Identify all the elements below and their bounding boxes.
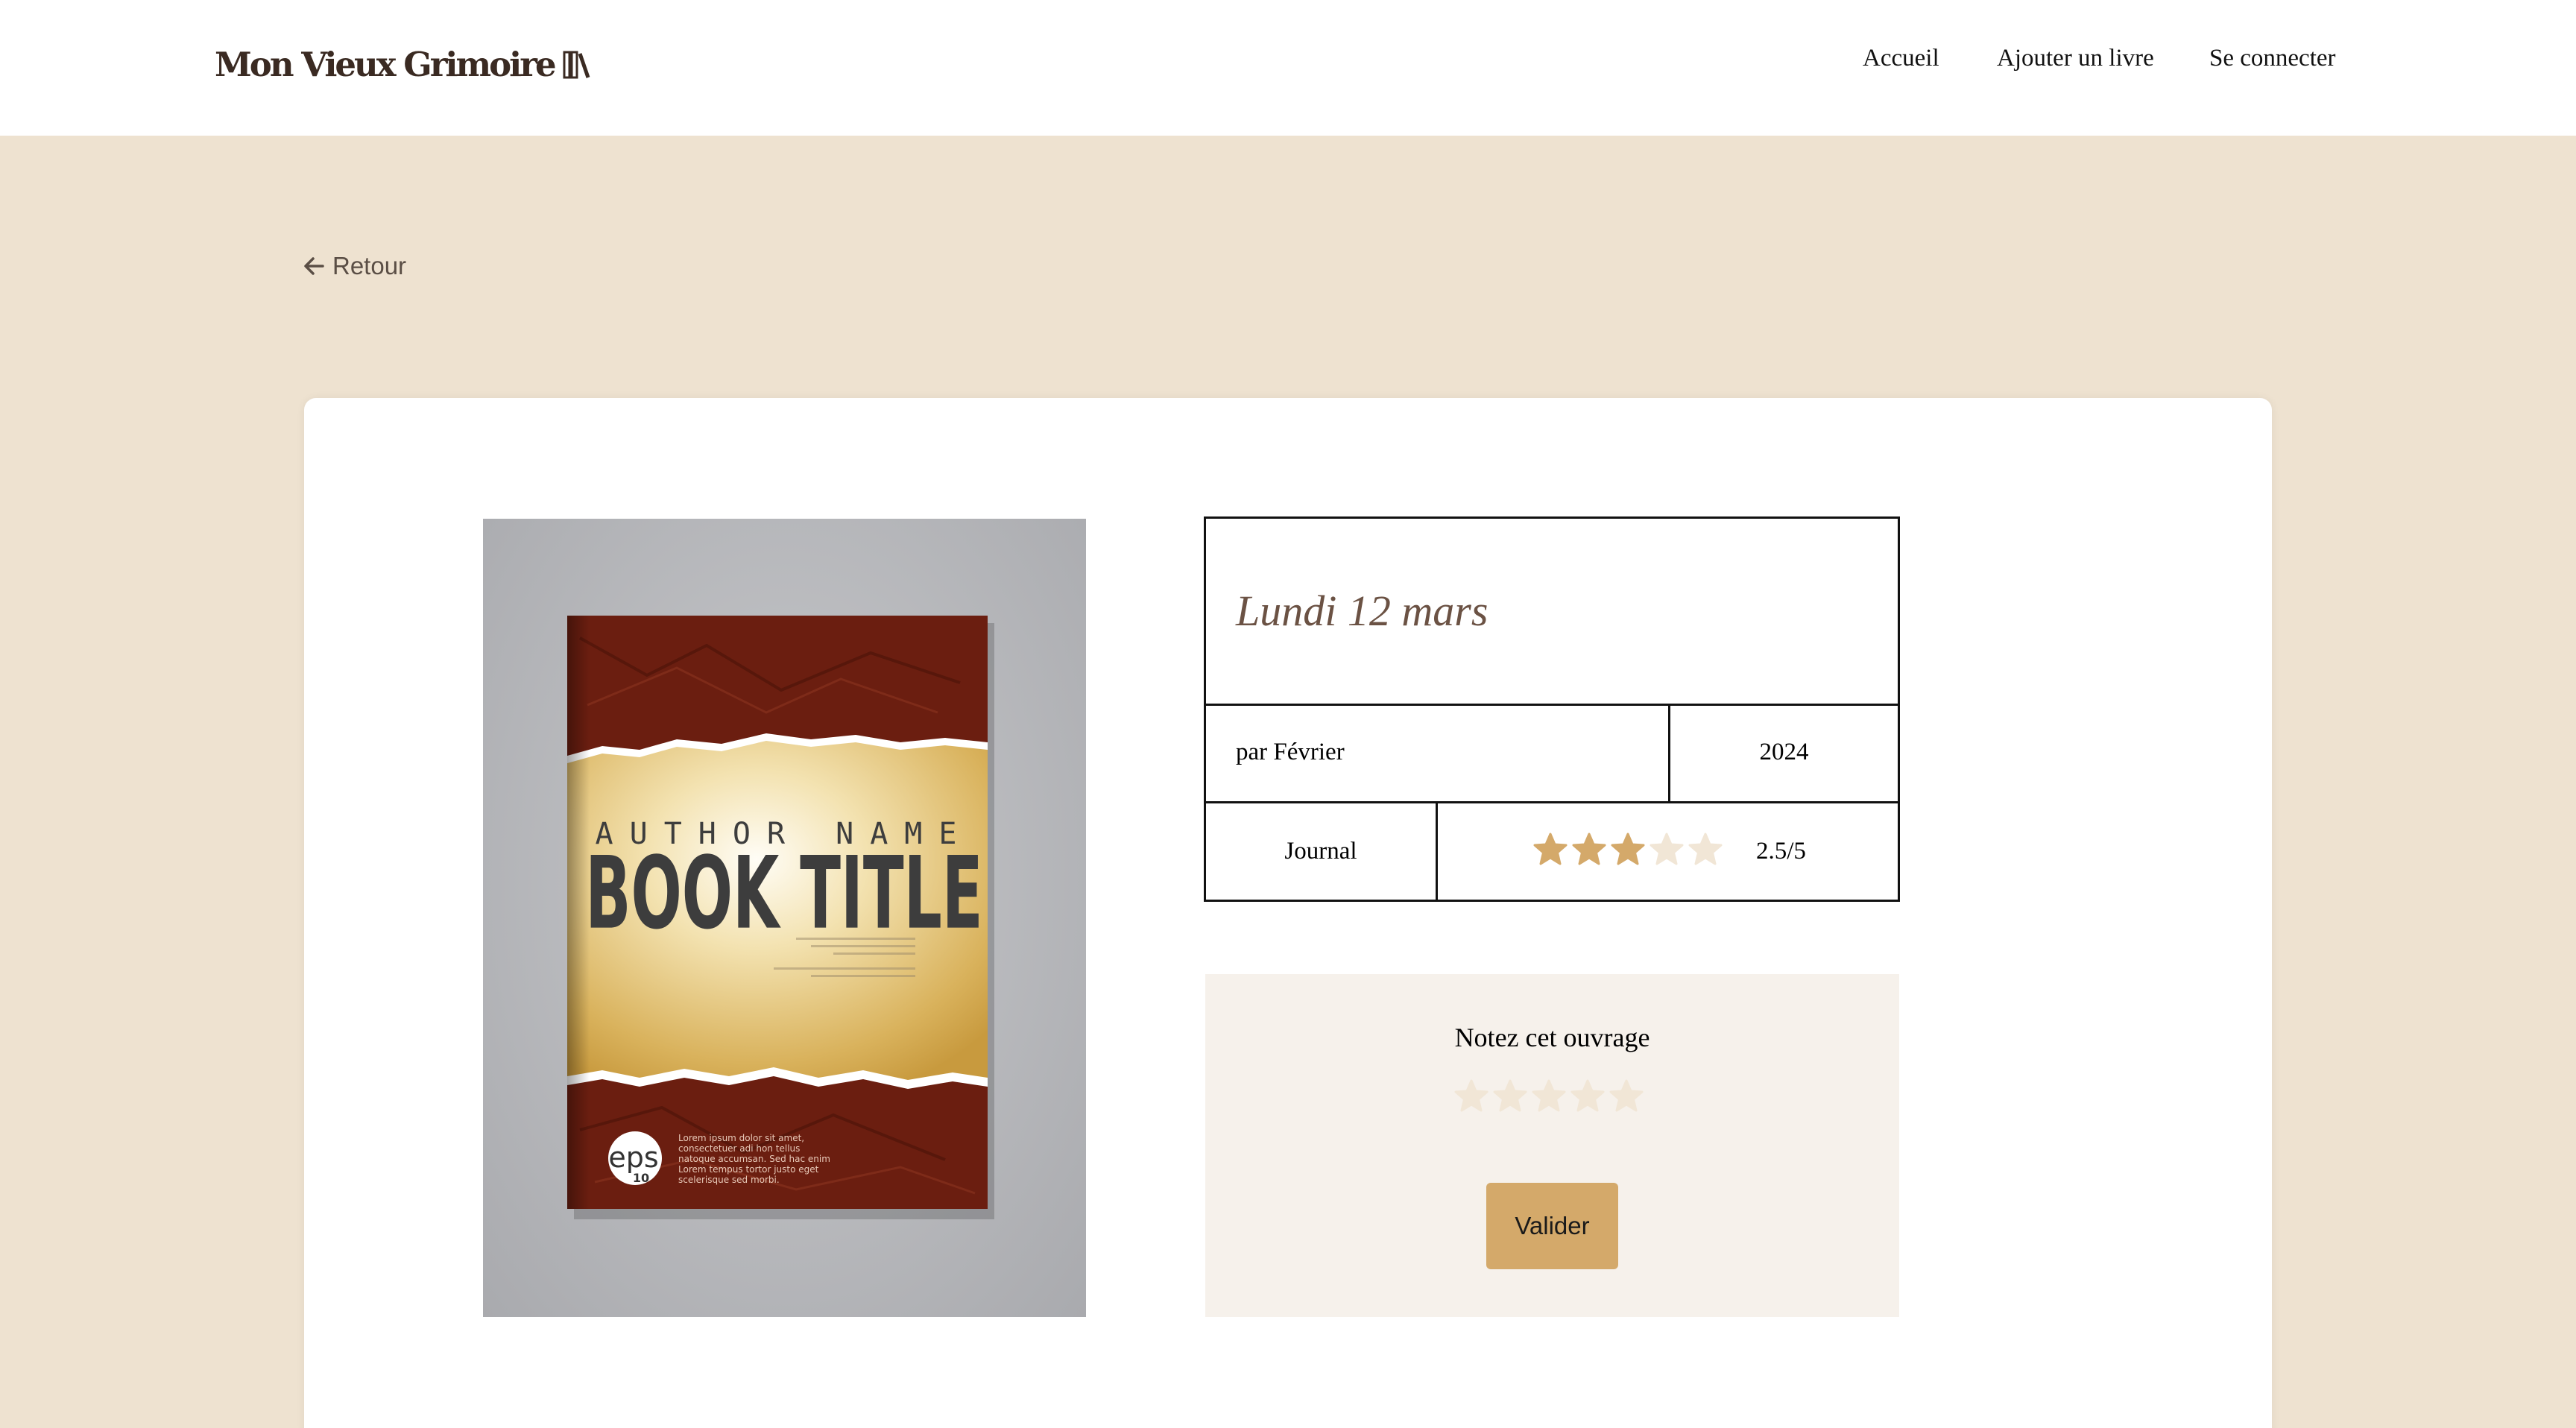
submit-rating-button[interactable]: Valider — [1486, 1183, 1618, 1269]
average-rating-stars — [1532, 832, 1723, 868]
book-title: Lundi 12 mars — [1236, 587, 1489, 635]
rating-star-icon[interactable] — [1492, 1078, 1528, 1114]
cover-title: BOOK TITLE — [585, 835, 982, 952]
books-icon — [563, 51, 590, 78]
rating-form-title: Notez cet ouvrage — [1454, 1023, 1650, 1052]
author-year-row: par Février 2024 — [1206, 706, 1898, 803]
divider — [1436, 803, 1438, 902]
title-cell: Lundi 12 mars — [1206, 519, 1898, 706]
cover-badge: eps — [608, 1141, 658, 1174]
rating-star-icon[interactable] — [1609, 1078, 1644, 1114]
star-filled-icon — [1533, 833, 1568, 865]
arrow-left-icon — [304, 257, 324, 275]
cover-blurb-line: consectetuer adi hon tellus — [678, 1143, 800, 1154]
cover-badge-sub: 10 — [633, 1171, 649, 1185]
nav-se-connecter[interactable]: Se connecter — [2209, 45, 2336, 72]
book-cover-image: AUTHOR NAME BOOK TITLE eps 10 Lorem ipsu… — [483, 519, 1086, 1317]
rating-form: Notez cet ouvrage Valider — [1205, 974, 1899, 1317]
cover-blurb-line: scelerisque sed morbi. — [678, 1175, 780, 1185]
book-cover-illustration: AUTHOR NAME BOOK TITLE eps 10 Lorem ipsu… — [567, 616, 994, 1219]
rating-star-icon[interactable] — [1570, 1078, 1606, 1114]
star-filled-icon — [1611, 833, 1645, 865]
rating-star-icon[interactable] — [1531, 1078, 1567, 1114]
genre-rating-row: Journal 2.5/5 — [1206, 803, 1898, 902]
logo-text: Mon Vieux Grimoire — [215, 45, 557, 84]
logo[interactable]: Mon Vieux Grimoire — [215, 45, 592, 84]
cover-blurb-line: Lorem ipsum dolor sit amet, — [678, 1133, 804, 1143]
rating-star-icon[interactable] — [1453, 1078, 1489, 1114]
book-genre: Journal — [1284, 838, 1357, 865]
star-empty-icon — [1650, 833, 1684, 865]
back-link[interactable]: Retour — [303, 252, 406, 280]
book-info-table: Lundi 12 mars par Février 2024 Journal 2… — [1204, 516, 1900, 902]
header: Mon Vieux Grimoire Accueil Ajouter un li… — [0, 0, 2576, 136]
star-filled-icon — [1572, 833, 1606, 865]
star-empty-icon — [1688, 833, 1723, 865]
rating-input-stars[interactable] — [1453, 1078, 1644, 1114]
cover-blurb-line: natoque accumsan. Sed hac enim — [678, 1154, 830, 1164]
nav-ajouter-livre[interactable]: Ajouter un livre — [1997, 45, 2154, 72]
cover-blurb-line: Lorem tempus tortor justo eget — [678, 1164, 819, 1175]
nav-accueil[interactable]: Accueil — [1863, 45, 1939, 72]
book-year: 2024 — [1759, 739, 1809, 765]
average-rating-label: 2.5/5 — [1756, 838, 1806, 865]
book-author: par Février — [1236, 739, 1345, 765]
back-label: Retour — [332, 252, 407, 279]
